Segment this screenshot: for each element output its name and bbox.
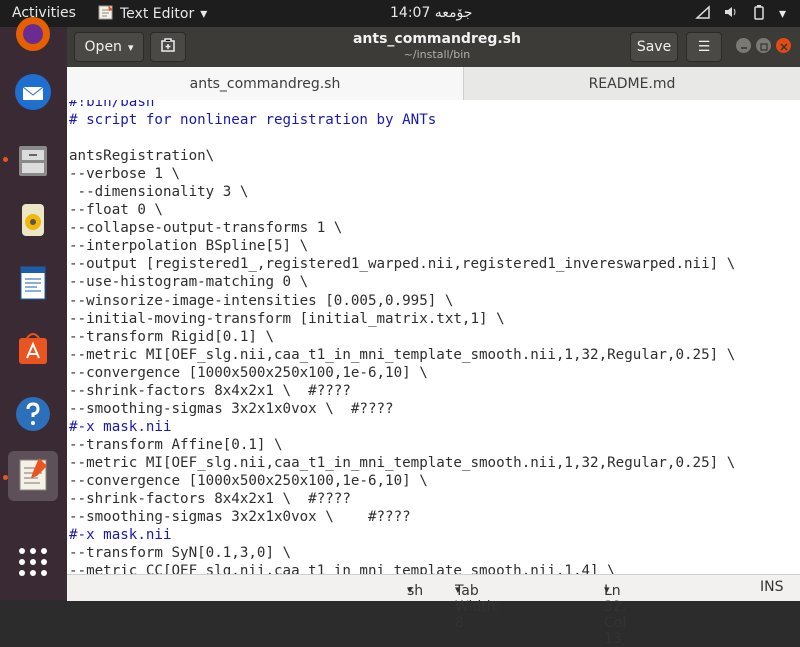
code-line: --dimensionality 3 \: [69, 184, 249, 201]
code-line: --transform Affine[0.1] \: [69, 436, 283, 453]
code-line: --shrink-factors 8x4x2x1 \ #????: [69, 491, 351, 508]
code-line: --use-histogram-matching 0 \: [69, 274, 309, 291]
firefox-icon: [13, 14, 53, 58]
hamburger-menu-button[interactable]: ☰: [686, 32, 722, 62]
new-document-icon: [160, 37, 176, 57]
code-line: --transform SyN[0.1,3,0] \: [69, 545, 292, 562]
code-line: --metric MI[OEF_slg.nii,caa_t1_in_mni_te…: [69, 346, 736, 363]
code-line: --collapse-output-transforms 1 \: [69, 220, 343, 237]
libreoffice-writer-icon: [13, 263, 53, 307]
code-line: --metric MI[OEF_slg.nii,caa_t1_in_mni_te…: [69, 454, 736, 471]
menu-icon: ☰: [697, 39, 711, 55]
code-line: # script for nonlinear registration by A…: [69, 112, 437, 129]
code-line: --initial-moving-transform [initial_matr…: [69, 310, 505, 327]
code-line: #-x mask.nii: [69, 527, 172, 544]
dock-writer[interactable]: [8, 260, 58, 310]
chevron-down-icon: ▾: [455, 583, 461, 596]
maximize-button[interactable]: [756, 38, 771, 53]
power-menu-chevron-icon: ▾: [778, 6, 786, 22]
help-icon: [13, 394, 53, 438]
tab-width-label: Tab Width: 8: [455, 583, 501, 631]
clock[interactable]: 14:07 جۆمعه: [390, 5, 472, 21]
thunderbird-icon: [12, 71, 54, 117]
insert-mode-indicator: INS: [760, 579, 784, 595]
dock-software[interactable]: [8, 325, 58, 375]
text-editor-icon: [13, 454, 53, 498]
volume-icon: [723, 4, 739, 24]
top-bar: Activities Text Editor ▾ 14:07 جۆمعه ▾: [0, 0, 800, 27]
new-document-button[interactable]: [150, 32, 186, 62]
status-bar: sh ▾ Tab Width: 8 ▾ Ln 32, Col 13 ▾ INS: [67, 574, 800, 647]
code-line: --transform Rigid[0.1] \: [69, 328, 274, 345]
window-subtitle: ~/install/bin: [403, 48, 471, 61]
app-menu-label: Text Editor: [120, 6, 195, 22]
rhythmbox-icon: [13, 200, 53, 244]
code-line: --smoothing-sigmas 3x2x1x0vox \ #????: [69, 509, 411, 526]
tab-bar: ants_commandreg.sh README.md: [67, 67, 800, 101]
show-applications-icon: [16, 545, 50, 583]
minimize-icon: [740, 36, 748, 55]
code-line: --output [registered1_,registered1_warpe…: [69, 256, 736, 273]
code-line: --winsorize-image-intensities [0.005,0.9…: [69, 292, 454, 309]
close-button[interactable]: [776, 38, 791, 53]
chevron-down-icon: ▾: [200, 6, 208, 22]
open-button-label: Open: [84, 39, 122, 55]
code-line: --interpolation BSpline[5] \: [69, 238, 309, 255]
dock-text-editor[interactable]: [8, 451, 58, 501]
code-line: #!bin/bash: [69, 100, 155, 110]
save-button[interactable]: Save: [630, 32, 678, 62]
software-center-icon: [13, 328, 53, 372]
code-line: --shrink-factors 8x4x2x1 \ #????: [69, 382, 351, 399]
chevron-down-icon: ▾: [127, 40, 134, 54]
code-line: antsRegistration\: [69, 148, 215, 165]
code-line: #-x mask.nii: [69, 418, 172, 435]
minimize-button[interactable]: [736, 38, 751, 53]
tab-readme[interactable]: README.md: [464, 67, 800, 100]
dock-firefox[interactable]: [8, 11, 58, 61]
dock: [0, 17, 67, 600]
code-line: --metric CC[OEF_slg.nii,caa_t1_in_mni_te…: [69, 563, 616, 574]
dock-show-applications[interactable]: [8, 539, 58, 589]
maximize-icon: [759, 36, 768, 55]
chevron-down-icon: ▾: [604, 583, 610, 596]
window-title: ants_commandreg.sh: [352, 31, 521, 47]
open-button[interactable]: Open ▾: [74, 32, 144, 62]
code-line: --convergence [1000x500x250x100,1e-6,10]…: [69, 472, 428, 489]
tab-ants-commandreg[interactable]: ants_commandreg.sh: [67, 67, 464, 100]
code-line: --convergence [1000x500x250x100,1e-6,10]…: [69, 364, 428, 381]
header-bar: Open ▾ ants_commandreg.sh ~/install/bin …: [67, 27, 800, 67]
text-editor-window: Open ▾ ants_commandreg.sh ~/install/bin …: [67, 27, 800, 647]
system-tray[interactable]: ▾: [695, 4, 786, 24]
battery-icon: [751, 4, 767, 24]
dock-files[interactable]: [8, 137, 58, 187]
chevron-down-icon: ▾: [407, 583, 413, 596]
dock-rhythmbox[interactable]: [8, 197, 58, 247]
code-line: --verbose 1 \: [69, 166, 181, 183]
dock-thunderbird[interactable]: [8, 69, 58, 119]
code-lines: #!bin/bash # script for nonlinear registr…: [69, 100, 735, 574]
text-editor-app-icon: [98, 4, 114, 24]
code-line: --float 0 \: [69, 202, 163, 219]
editor-text-area[interactable]: #!bin/bash # script for nonlinear registr…: [67, 100, 800, 574]
app-menu[interactable]: Text Editor ▾: [98, 4, 207, 24]
close-icon: [780, 36, 788, 55]
dock-help[interactable]: [8, 391, 58, 441]
code-line: --smoothing-sigmas 3x2x1x0vox \ #????: [69, 400, 394, 417]
network-icon: [695, 4, 711, 24]
files-icon: [13, 140, 53, 184]
